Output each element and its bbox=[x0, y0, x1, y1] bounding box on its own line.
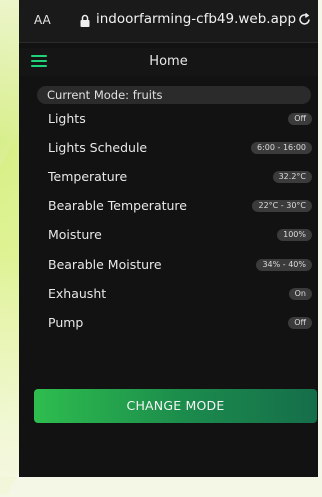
status-label: Exhausht bbox=[48, 286, 107, 301]
lock-icon bbox=[79, 13, 91, 27]
change-mode-button[interactable]: CHANGE MODE bbox=[34, 389, 317, 423]
status-label: Moisture bbox=[48, 227, 102, 242]
text-size-button[interactable]: AA bbox=[34, 13, 51, 27]
status-row-moisture: Moisture 100% bbox=[19, 225, 318, 245]
status-row-pump: Pump Off bbox=[19, 313, 318, 333]
status-value-badge: 22°C - 30°C bbox=[252, 200, 312, 212]
status-label: Lights bbox=[48, 111, 86, 126]
status-value-badge: 34% - 40% bbox=[256, 259, 312, 271]
status-value-badge: 100% bbox=[277, 229, 312, 241]
status-row-exhaust: Exhausht On bbox=[19, 284, 318, 304]
current-mode-label: Current Mode: fruits bbox=[47, 88, 163, 102]
url-field[interactable]: indoorfarming-cfb49.web.app bbox=[96, 11, 296, 27]
page-title: Home bbox=[149, 54, 188, 69]
status-row-lights: Lights Off bbox=[19, 109, 318, 129]
status-row-lights-schedule: Lights Schedule 6:00 - 16:00 bbox=[19, 138, 318, 158]
status-label: Bearable Moisture bbox=[48, 257, 162, 272]
browser-address-bar: AA indoorfarming-cfb49.web.app bbox=[19, 0, 318, 43]
status-value-badge: 32.2°C bbox=[272, 171, 312, 183]
status-value-badge: On bbox=[288, 288, 312, 300]
reload-icon[interactable] bbox=[297, 12, 312, 27]
phone-screen: AA indoorfarming-cfb49.web.app Home Curr… bbox=[19, 0, 318, 477]
status-row-bearable-temperature: Bearable Temperature 22°C - 30°C bbox=[19, 196, 318, 216]
status-label: Bearable Temperature bbox=[48, 198, 187, 213]
status-label: Lights Schedule bbox=[48, 140, 148, 155]
status-value-badge: Off bbox=[288, 113, 312, 125]
status-row-bearable-moisture: Bearable Moisture 34% - 40% bbox=[19, 255, 318, 275]
status-label: Temperature bbox=[48, 169, 128, 184]
app-header: Home bbox=[19, 48, 318, 76]
status-row-temperature: Temperature 32.2°C bbox=[19, 167, 318, 187]
status-value-badge: 6:00 - 16:00 bbox=[251, 142, 312, 154]
status-label: Pump bbox=[48, 315, 84, 330]
status-value-badge: Off bbox=[288, 317, 312, 329]
current-mode-bar: Current Mode: fruits bbox=[37, 86, 311, 104]
